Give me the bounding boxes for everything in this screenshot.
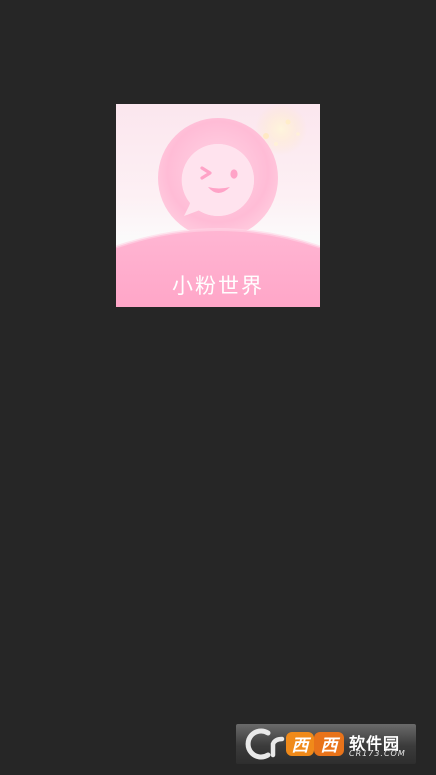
splash-screen: 小粉世界 西 西 软件园 CR173.COM — [0, 0, 436, 775]
watermark-logo: 西 西 软件园 CR173.COM — [236, 724, 416, 764]
watermark-domain-text: CR173.COM — [349, 749, 406, 758]
app-icon[interactable] — [116, 104, 320, 307]
smiling-chat-bubble-icon — [116, 104, 320, 307]
